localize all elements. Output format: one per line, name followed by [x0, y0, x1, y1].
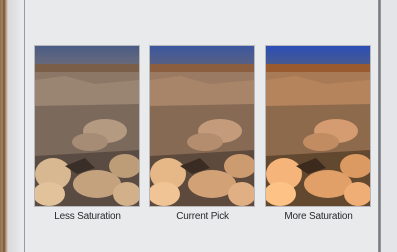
variation-label: More Saturation [284, 211, 353, 222]
variation-more-saturation[interactable]: More Saturation [265, 45, 372, 222]
variation-thumbnail[interactable] [265, 45, 371, 207]
variation-thumbnail[interactable] [34, 45, 140, 207]
panel-right-gutter [381, 0, 397, 252]
rock-photo-image [35, 46, 139, 206]
variation-label: Less Saturation [54, 211, 121, 222]
rock-photo-image [150, 46, 254, 206]
variation-thumbnail[interactable] [149, 45, 255, 207]
variation-less-saturation[interactable]: Less Saturation [34, 45, 141, 222]
variation-label: Current Pick [176, 211, 229, 222]
window-left-border [0, 0, 8, 252]
panel-divider-left [24, 0, 25, 252]
variation-current-pick[interactable]: Current Pick [149, 45, 256, 222]
panel-left-margin [8, 0, 22, 252]
rock-photo-image [266, 46, 370, 206]
